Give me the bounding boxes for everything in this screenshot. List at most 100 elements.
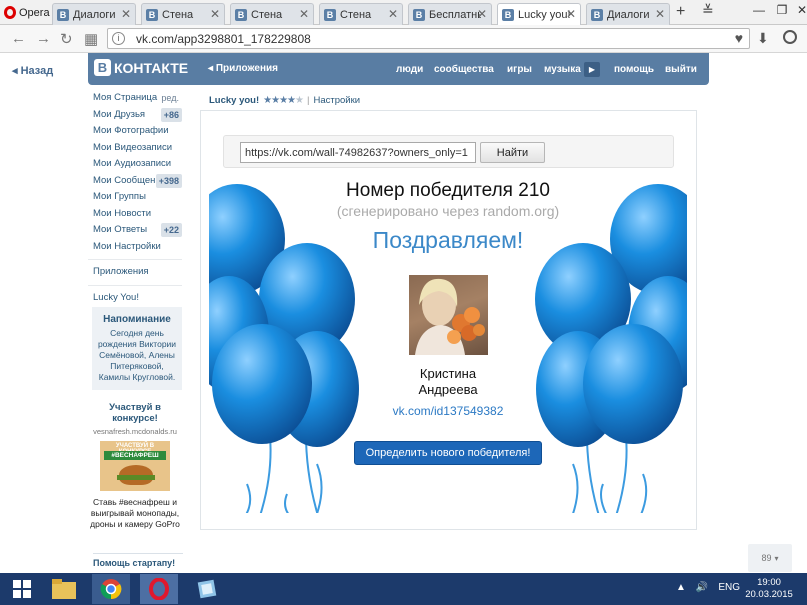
reminder-body[interactable]: Сегодня день рождения Виктории Семёновой… <box>95 328 179 383</box>
ad-image[interactable]: УЧАСТВУЙ В КОНКУРСЕ #ВЕСНАФРЕШ <box>100 441 170 491</box>
tab-wall-3[interactable]: B Стена ✕ <box>319 3 403 25</box>
speed-dial-grid-icon[interactable]: ▦ <box>84 30 98 48</box>
lettuce-shape <box>117 475 155 480</box>
minimize-icon[interactable]: — <box>747 0 771 20</box>
vk-favicon-icon: B <box>324 8 336 21</box>
opera-taskbar-button[interactable] <box>140 574 178 604</box>
app-settings-link[interactable]: Настройки <box>313 95 360 106</box>
start-button[interactable] <box>2 574 42 604</box>
vk-logo[interactable]: В КОНТАКТЕ <box>94 59 188 76</box>
explorer-taskbar-button[interactable] <box>45 574 83 604</box>
app-taskbar-button[interactable] <box>188 574 226 604</box>
url-text: vk.com/app3298801_178229808 <box>136 32 311 46</box>
menu-label: Мои Группы <box>93 191 146 202</box>
tab-label: Бесплатны <box>429 8 481 21</box>
ad-block[interactable]: Участвуй в конкурсе! vesnafresh.mcdonald… <box>88 402 182 530</box>
menu-label: Мои Ответы <box>93 224 148 235</box>
tab-close-icon[interactable]: ✕ <box>388 7 398 21</box>
reminder-title: Напоминание <box>103 314 171 325</box>
nav-logout[interactable]: выйти <box>665 64 697 75</box>
scroll-top-counter[interactable]: 89 ▾ <box>748 544 792 572</box>
menu-lucky-you[interactable]: Lucky You! <box>88 290 182 307</box>
download-icon[interactable]: ⬇ <box>757 30 769 47</box>
tab-close-icon[interactable]: ✕ <box>477 7 487 21</box>
friends-count-badge: +86 <box>160 107 182 122</box>
winner-profile-link[interactable]: vk.com/id137549382 <box>209 404 687 418</box>
tab-close-icon[interactable]: ✕ <box>121 7 131 21</box>
nav-help[interactable]: помощь <box>614 64 654 75</box>
tab-dialogs-1[interactable]: B Диалоги ✕ <box>52 3 136 25</box>
opera-menu-button[interactable]: Opera <box>0 0 50 25</box>
volume-icon[interactable]: 🔊 <box>696 582 708 593</box>
vk-favicon-icon: B <box>413 8 425 21</box>
new-winner-button[interactable]: Определить нового победителя! <box>354 441 542 465</box>
opera-logo-icon <box>4 6 16 19</box>
bookmark-heart-icon[interactable]: ♥ <box>735 30 743 46</box>
menu-my-friends[interactable]: Мои Друзья +86 <box>88 107 182 124</box>
menu-my-messages[interactable]: Мои Сообщения +398 <box>88 173 182 190</box>
winner-generated-note: (сгенерировано через random.org) <box>336 203 560 219</box>
tab-close-icon[interactable]: ✕ <box>299 7 309 21</box>
tab-label: Lucky you! <box>518 9 570 21</box>
url-field[interactable]: i vk.com/app3298801_178229808 ♥ <box>107 28 750 49</box>
answers-count-badge: +22 <box>160 223 182 237</box>
menu-my-audio[interactable]: Мои Аудиозаписи <box>88 156 182 173</box>
nav-games[interactable]: игры <box>507 64 532 75</box>
ad-title[interactable]: Участвуй в конкурсе! <box>88 402 182 424</box>
vk-favicon-icon: B <box>57 8 69 21</box>
vk-favicon-icon: B <box>235 8 247 21</box>
app-name[interactable]: Lucky you! <box>209 95 259 106</box>
menu-my-news[interactable]: Мои Новости <box>88 206 182 223</box>
vk-header: В КОНТАКТЕ ◂ Приложения люди сообщества … <box>88 53 709 85</box>
apps-breadcrumb[interactable]: ◂ Приложения <box>208 63 278 74</box>
search-bar: Найти <box>223 135 674 168</box>
tab-close-icon[interactable]: ✕ <box>655 7 665 21</box>
find-button[interactable]: Найти <box>480 142 545 163</box>
winner-avatar[interactable] <box>409 275 488 355</box>
edit-link[interactable]: ред. <box>158 91 182 105</box>
menu-my-settings[interactable]: Мои Настройки <box>88 239 182 256</box>
tab-wall-2[interactable]: B Стена ✕ <box>230 3 314 25</box>
forward-arrow-icon[interactable]: → <box>36 30 51 47</box>
tab-lucky-you[interactable]: B Lucky you! ✕ <box>497 3 581 26</box>
tab-wall-1[interactable]: B Стена ✕ <box>141 3 225 25</box>
close-window-icon[interactable]: ✕ <box>790 0 807 20</box>
site-info-icon[interactable]: i <box>112 32 125 45</box>
menu-my-answers[interactable]: Мои Ответы +22 <box>88 222 182 239</box>
tab-close-icon[interactable]: ✕ <box>566 7 576 21</box>
menu-apps[interactable]: Приложения <box>88 264 182 281</box>
tab-menu-icon[interactable]: ≚ <box>702 2 714 19</box>
menu-my-page[interactable]: Моя Страница ред. <box>88 90 182 107</box>
apps-breadcrumb-label: Приложения <box>215 63 278 74</box>
opera-account-icon[interactable] <box>783 30 797 44</box>
menu-my-photos[interactable]: Мои Фотографии <box>88 123 182 140</box>
chevron-down-icon: ▾ <box>774 553 779 563</box>
nav-music[interactable]: музыка <box>544 64 581 75</box>
help-startup-link[interactable]: Помощь стартапу! <box>93 553 183 568</box>
scroll-counter-value: 89 <box>761 553 772 563</box>
reload-icon[interactable]: ↻ <box>60 30 73 48</box>
post-url-input[interactable] <box>240 142 476 163</box>
back-link[interactable]: ◂ Назад <box>12 64 53 77</box>
messages-count-badge: +398 <box>155 173 182 188</box>
play-icon[interactable]: ▶ <box>584 62 600 77</box>
tab-label: Диалоги <box>607 8 650 21</box>
menu-label: Мои Друзья <box>93 108 146 120</box>
system-tray: ▲ 🔊 ENG <box>676 582 740 593</box>
vk-favicon-icon: B <box>146 8 158 21</box>
tab-dialogs-2[interactable]: B Диалоги ✕ <box>586 3 670 25</box>
menu-label: Мои Настройки <box>93 240 161 252</box>
chrome-taskbar-button[interactable] <box>92 574 130 604</box>
new-tab-icon[interactable]: + <box>676 3 685 21</box>
nav-people[interactable]: люди <box>396 64 423 75</box>
tray-expand-icon[interactable]: ▲ <box>676 582 686 593</box>
tab-close-icon[interactable]: ✕ <box>210 7 220 21</box>
browser-tab-strip: Opera B Диалоги ✕ B Стена ✕ B Стена ✕ B … <box>0 0 807 26</box>
menu-my-videos[interactable]: Мои Видеозаписи <box>88 140 182 157</box>
back-arrow-icon[interactable]: ← <box>11 30 26 47</box>
tab-label: Стена <box>340 8 372 21</box>
taskbar-clock[interactable]: 19:00 20.03.2015 <box>735 577 803 601</box>
menu-my-groups[interactable]: Мои Группы <box>88 189 182 206</box>
nav-communities[interactable]: сообщества <box>434 64 494 75</box>
tab-free[interactable]: B Бесплатны ✕ <box>408 3 492 25</box>
